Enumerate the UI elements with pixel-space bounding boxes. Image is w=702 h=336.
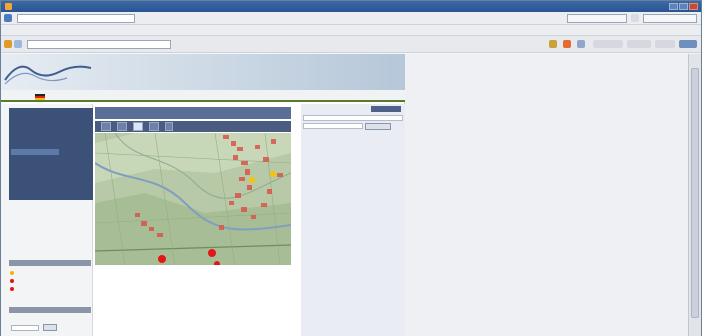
settings-icon[interactable] <box>679 40 697 48</box>
map-marker-yellow[interactable] <box>249 177 255 183</box>
search-panel-field[interactable] <box>303 115 403 121</box>
pan-tool-icon[interactable] <box>101 122 111 131</box>
map-marker-yellow[interactable] <box>270 171 276 177</box>
login-section-header <box>9 307 91 313</box>
scrollbar-thumb[interactable] <box>691 68 699 318</box>
window-controls <box>669 3 698 10</box>
browser-content <box>1 54 701 336</box>
window-titlebar <box>1 1 701 12</box>
map-canvas[interactable] <box>95 133 291 265</box>
zoom-out-icon[interactable] <box>149 122 159 131</box>
close-button[interactable] <box>689 3 698 10</box>
legend-marker-icon <box>10 287 14 291</box>
sidebar-input[interactable] <box>11 325 39 331</box>
sidebar-selected-highlight <box>11 149 59 155</box>
tab-address[interactable] <box>27 40 171 49</box>
search-panel <box>301 104 405 336</box>
web-page <box>1 54 405 336</box>
map-marker-red[interactable] <box>158 255 166 263</box>
map-layer <box>95 133 291 265</box>
app-icon <box>5 3 12 10</box>
select-tool-icon[interactable] <box>133 122 143 131</box>
help-menu-button[interactable] <box>655 40 675 48</box>
browser-window <box>0 0 702 336</box>
url-field[interactable] <box>17 14 135 23</box>
address-bar <box>1 12 701 25</box>
home-icon[interactable] <box>549 40 557 48</box>
sidebar-menu <box>9 108 93 200</box>
empty-viewport-area <box>405 54 688 336</box>
forward-arrow-icon[interactable] <box>14 40 22 48</box>
print-icon[interactable] <box>577 40 585 48</box>
legend-marker-icon <box>10 279 14 283</box>
legend-section-header <box>9 260 91 266</box>
search-panel-header-button[interactable] <box>371 106 401 112</box>
feed-icon[interactable] <box>563 40 571 48</box>
info-tool-icon[interactable] <box>165 122 173 131</box>
browser-toolbar <box>1 36 701 53</box>
tools-menu-button[interactable] <box>627 40 651 48</box>
legend-marker-icon <box>10 271 14 275</box>
map-marker-red[interactable] <box>208 249 216 257</box>
flag-icon[interactable] <box>35 94 45 100</box>
search-input[interactable] <box>567 14 627 23</box>
logo-wave-icon <box>4 65 92 85</box>
map-toolbar <box>95 121 291 132</box>
left-sidebar <box>1 104 93 336</box>
minimize-button[interactable] <box>669 3 678 10</box>
menu-bar <box>1 25 701 36</box>
map-header <box>95 107 291 119</box>
zoom-in-icon[interactable] <box>117 122 127 131</box>
extra-search-field[interactable] <box>643 14 697 23</box>
search-panel-input[interactable] <box>303 123 363 129</box>
back-arrow-icon[interactable] <box>4 14 12 22</box>
page-menu-button[interactable] <box>593 40 623 48</box>
top-navigation <box>1 90 405 102</box>
map-widget <box>95 104 299 336</box>
site-banner <box>1 54 405 90</box>
search-panel-button[interactable] <box>365 123 391 130</box>
favorites-icon[interactable] <box>4 40 12 48</box>
maximize-button[interactable] <box>679 3 688 10</box>
vertical-scrollbar[interactable] <box>688 54 701 336</box>
search-icon[interactable] <box>631 14 639 22</box>
sidebar-submit-button[interactable] <box>43 324 57 331</box>
